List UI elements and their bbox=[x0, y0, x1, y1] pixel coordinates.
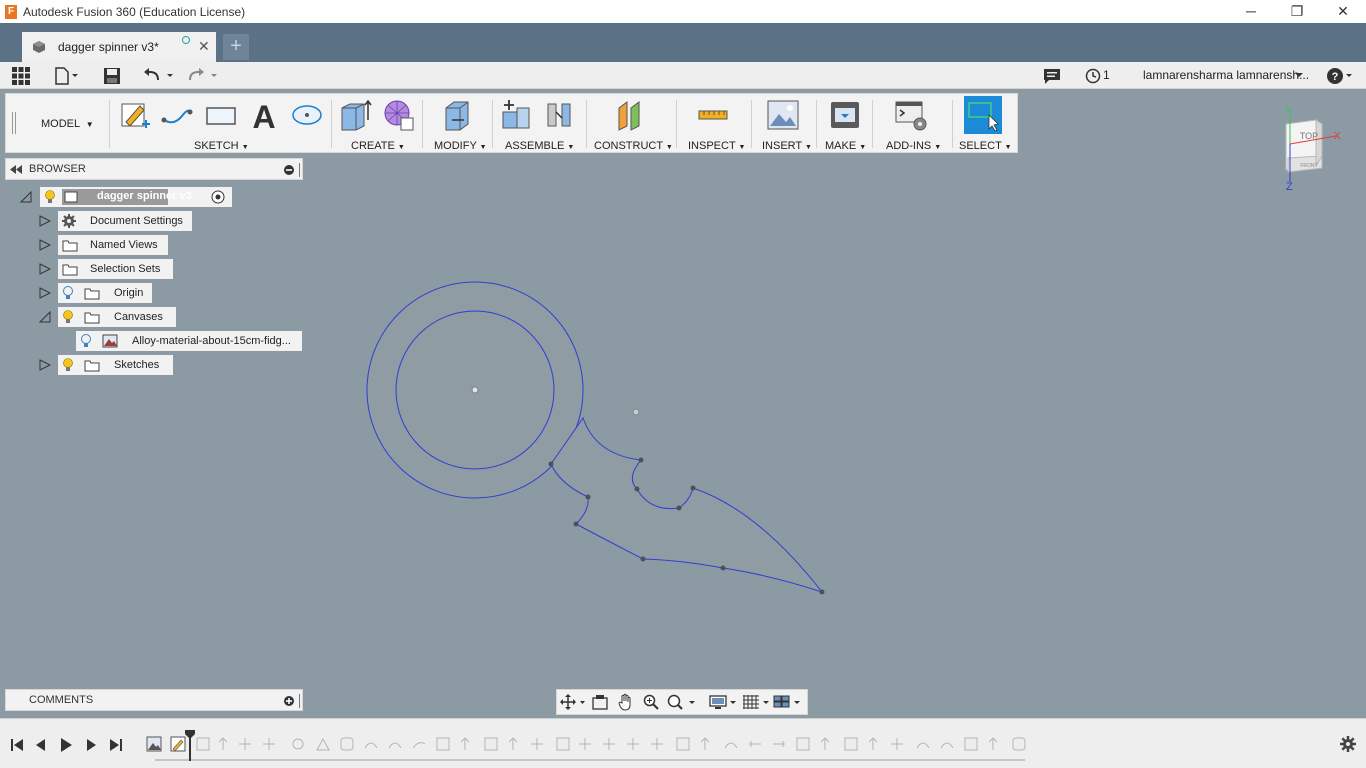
expand-triangle-icon[interactable] bbox=[39, 287, 51, 299]
timeline-track bbox=[155, 759, 1025, 761]
node-label: Origin bbox=[114, 287, 144, 299]
viewport-canvas[interactable] bbox=[0, 0, 1366, 768]
axis-z-label: Z bbox=[1286, 181, 1293, 193]
timeline-rolled-back-features[interactable] bbox=[195, 736, 1030, 752]
sketch-point[interactable] bbox=[632, 408, 640, 416]
navigation-bar bbox=[556, 689, 808, 715]
fit-zoom-icon[interactable] bbox=[667, 694, 697, 710]
node-label: Canvases bbox=[114, 311, 163, 323]
comments-title: COMMENTS bbox=[29, 694, 94, 706]
axis-x-label: X bbox=[1334, 131, 1341, 142]
node-label: Document Settings bbox=[90, 215, 183, 227]
go-to-end-icon[interactable] bbox=[108, 737, 124, 753]
axis-y-label: Y bbox=[1285, 105, 1291, 115]
node-label: Alloy-material-about-15cm-fidg... bbox=[132, 335, 291, 347]
circle-center-point[interactable] bbox=[471, 386, 479, 394]
expand-triangle-icon[interactable] bbox=[39, 359, 51, 371]
browser-panel-header[interactable]: BROWSER bbox=[5, 158, 303, 180]
lightbulb-off-icon[interactable] bbox=[80, 334, 92, 348]
expand-triangle-icon[interactable] bbox=[39, 263, 51, 275]
component-icon bbox=[64, 191, 78, 203]
panel-grip-icon[interactable] bbox=[298, 694, 302, 708]
root-node-label: dagger spinner v3 bbox=[97, 190, 192, 202]
folder-icon bbox=[84, 288, 100, 299]
step-forward-icon[interactable] bbox=[83, 737, 99, 753]
lightbulb-icon[interactable] bbox=[44, 190, 56, 204]
tree-node-canvas-image[interactable]: Alloy-material-about-15cm-fidg... bbox=[76, 331, 302, 351]
tree-node-named-views[interactable]: Named Views bbox=[58, 235, 168, 255]
add-comment-icon[interactable] bbox=[284, 696, 294, 706]
tree-node-selection-sets[interactable]: Selection Sets bbox=[58, 259, 173, 279]
gear-icon bbox=[62, 214, 76, 228]
node-label: Selection Sets bbox=[90, 263, 161, 275]
view-cube-front-label: FRONT bbox=[1300, 163, 1317, 169]
timeline-settings-gear-icon[interactable] bbox=[1340, 736, 1356, 752]
folder-icon bbox=[84, 312, 100, 323]
lightbulb-icon[interactable] bbox=[62, 358, 74, 372]
canvas-image-icon bbox=[102, 334, 118, 348]
play-icon[interactable] bbox=[58, 737, 74, 753]
browser-root-node[interactable]: dagger spinner v3 bbox=[40, 187, 232, 207]
lightbulb-icon[interactable] bbox=[62, 310, 74, 324]
folder-icon bbox=[84, 360, 100, 371]
tree-node-sketches[interactable]: Sketches bbox=[58, 355, 173, 375]
tree-node-document-settings[interactable]: Document Settings bbox=[58, 211, 192, 231]
node-label: Sketches bbox=[114, 359, 160, 371]
tree-node-origin[interactable]: Origin bbox=[58, 283, 152, 303]
go-to-start-icon[interactable] bbox=[9, 737, 25, 753]
panel-grip-icon[interactable] bbox=[298, 163, 302, 177]
grid-settings-icon[interactable] bbox=[742, 694, 770, 710]
orbit-icon[interactable] bbox=[560, 694, 586, 710]
tree-node-canvases[interactable]: Canvases bbox=[58, 307, 176, 327]
expand-triangle-icon[interactable] bbox=[39, 215, 51, 227]
timeline-bar bbox=[0, 718, 1366, 768]
viewports-icon[interactable] bbox=[773, 694, 801, 710]
collapse-triangle-icon[interactable] bbox=[20, 191, 32, 203]
sketch-dagger-profile[interactable] bbox=[550, 416, 824, 593]
zoom-icon[interactable] bbox=[643, 694, 659, 710]
look-at-icon[interactable] bbox=[592, 694, 608, 710]
comments-panel-header[interactable]: COMMENTS bbox=[5, 689, 303, 711]
folder-icon bbox=[62, 264, 78, 275]
collapse-panel-icon[interactable] bbox=[10, 165, 22, 174]
node-label: Named Views bbox=[90, 239, 158, 251]
timeline-canvas-feature-icon[interactable] bbox=[146, 736, 162, 752]
collapse-triangle-icon[interactable] bbox=[39, 311, 51, 323]
pan-hand-icon[interactable] bbox=[618, 693, 634, 711]
step-back-icon[interactable] bbox=[33, 737, 49, 753]
folder-icon bbox=[62, 240, 78, 251]
lightbulb-off-icon[interactable] bbox=[62, 286, 74, 300]
minus-circle-icon[interactable] bbox=[284, 165, 294, 175]
view-cube[interactable]: TOP FRONT Y X Z bbox=[1278, 104, 1348, 194]
activate-radio-icon[interactable] bbox=[211, 190, 225, 204]
display-settings-icon[interactable] bbox=[709, 694, 737, 710]
expand-triangle-icon[interactable] bbox=[39, 239, 51, 251]
browser-title: BROWSER bbox=[29, 163, 86, 175]
